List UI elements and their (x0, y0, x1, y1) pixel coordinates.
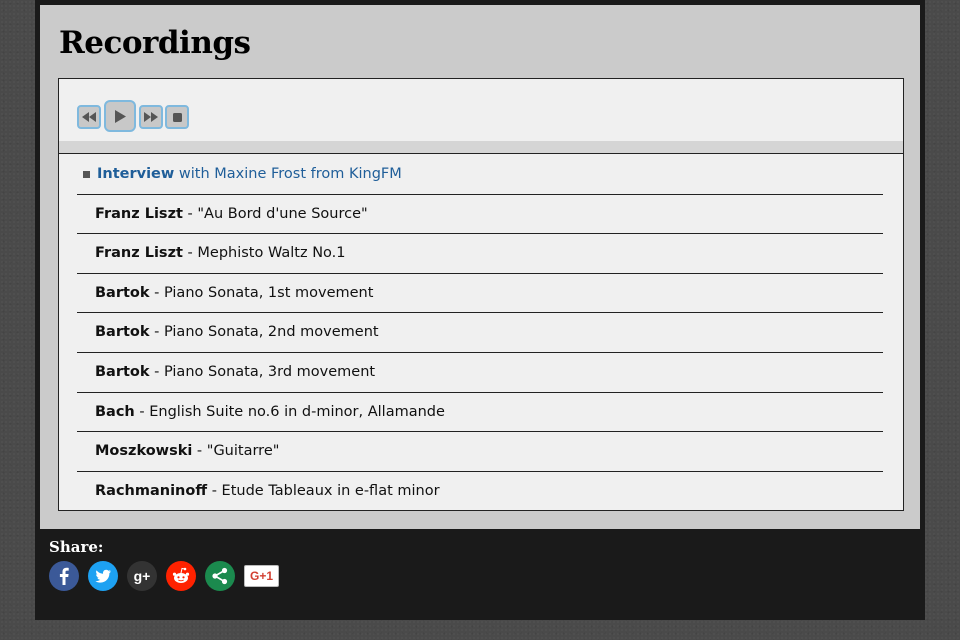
rewind-button[interactable] (77, 105, 101, 129)
playlist-item[interactable]: Rachmaninoff - Etude Tableaux in e-flat … (77, 472, 883, 512)
progress-strip (59, 141, 903, 154)
playlist-item[interactable]: Moszkowski - "Guitarre" (77, 432, 883, 472)
twitter-icon (95, 569, 111, 583)
page-title: Recordings (59, 25, 251, 61)
google-plus-share-button[interactable]: g+ (127, 561, 157, 591)
google-plus-one-button[interactable]: G+1 (244, 565, 279, 587)
track-title: with Maxine Frost from KingFM (174, 166, 402, 182)
playlist-item[interactable]: Bartok - Piano Sonata, 2nd movement (77, 313, 883, 353)
facebook-share-button[interactable] (49, 561, 79, 591)
playlist-item[interactable]: Bartok - Piano Sonata, 1st movement (77, 274, 883, 314)
fast-forward-icon (144, 112, 158, 122)
twitter-share-button[interactable] (88, 561, 118, 591)
fast-forward-button[interactable] (139, 105, 163, 129)
playlist: Interview with Maxine Frost from KingFM … (77, 155, 883, 511)
track-artist: Moszkowski (95, 443, 193, 460)
google-plus-icon: g+ (133, 568, 151, 584)
rewind-icon (82, 112, 96, 122)
play-button[interactable] (104, 100, 136, 132)
track-artist: Franz Liszt (95, 245, 183, 262)
playlist-item[interactable]: Bach - English Suite no.6 in d-minor, Al… (77, 393, 883, 433)
track-title: - English Suite no.6 in d-minor, Allaman… (134, 403, 445, 420)
track-artist: Bartok (95, 284, 150, 301)
track-title: - Piano Sonata, 2nd movement (149, 324, 379, 341)
facebook-icon (59, 567, 69, 585)
page-frame: Recordings Interview with Maxine Frost f… (35, 0, 925, 620)
track-title: - Etude Tableaux in e-flat minor (207, 482, 440, 499)
reddit-share-button[interactable] (166, 561, 196, 591)
track-title: - "Au Bord d'une Source" (182, 205, 368, 222)
playlist-item[interactable]: Bartok - Piano Sonata, 3rd movement (77, 353, 883, 393)
track-artist: Bach (95, 403, 135, 420)
playlist-item[interactable]: Franz Liszt - Mephisto Waltz No.1 (77, 234, 883, 274)
track-title: - Piano Sonata, 1st movement (149, 284, 374, 301)
generic-share-button[interactable] (205, 561, 235, 591)
share-icon (212, 567, 228, 585)
track-title: - Mephisto Waltz No.1 (182, 245, 346, 262)
reddit-icon (172, 567, 190, 583)
track-artist: Bartok (95, 363, 150, 380)
playlist-item[interactable]: Franz Liszt - "Au Bord d'une Source" (77, 195, 883, 235)
track-artist: Franz Liszt (95, 205, 183, 222)
track-artist: Bartok (95, 324, 150, 341)
track-title: - "Guitarre" (192, 443, 280, 460)
audio-player: Interview with Maxine Frost from KingFM … (58, 78, 904, 511)
track-title: - Piano Sonata, 3rd movement (149, 363, 376, 380)
active-bullet-icon (83, 171, 90, 178)
stop-button[interactable] (165, 105, 189, 129)
stop-icon (172, 112, 182, 122)
track-artist: Interview (97, 166, 175, 182)
player-controls (59, 79, 903, 141)
track-artist: Rachmaninoff (95, 482, 208, 499)
playlist-item[interactable]: Interview with Maxine Frost from KingFM (77, 155, 883, 195)
recordings-panel: Recordings Interview with Maxine Frost f… (40, 5, 920, 529)
play-icon (114, 109, 126, 123)
share-label: Share: (49, 538, 104, 556)
